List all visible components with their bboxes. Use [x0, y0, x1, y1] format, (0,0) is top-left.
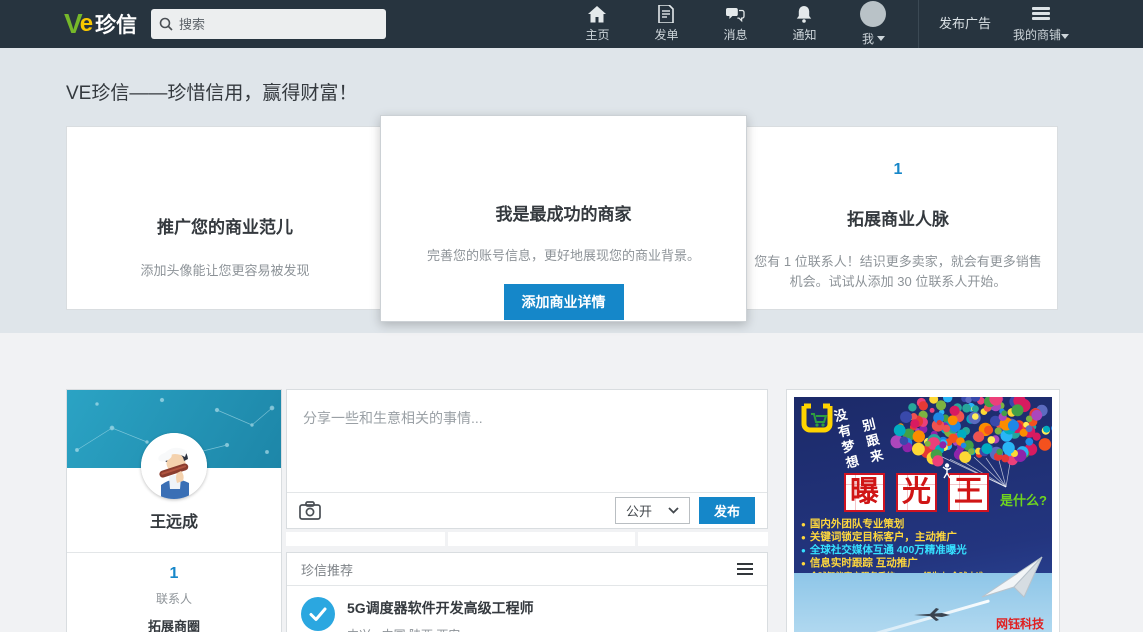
page-title: VE珍信——珍惜信用，赢得财富！ [0, 48, 1143, 105]
card-subtitle: 添加头像能让您更容易被发现 [67, 260, 383, 279]
card-text: 您有 1 位联系人！结识更多卖家，就会有更多销售机会。试试从添加 30 位联系人… [748, 252, 1048, 292]
feed-section: 王远成 1 联系人 拓展商圈 分享一些和生意相关的事情... [0, 333, 1143, 632]
top-navbar: Ve珍信 主页 发单 消息 通知 [0, 0, 1143, 48]
nav-label: 消息 [723, 26, 747, 43]
contacts-label: 联系人 [67, 590, 281, 607]
feed-tab[interactable] [448, 532, 635, 546]
job-meta: 中兴 · 中国,陕西,西安 [347, 626, 534, 632]
job-title: 5G调度器软件开发高级工程师 [347, 598, 534, 618]
search-input[interactable] [179, 17, 378, 32]
hamburger-icon [1032, 5, 1050, 22]
logo-e: e [80, 10, 93, 38]
bullet-dot-icon: ● [801, 518, 806, 531]
recommendations-header: 珍信推荐 [287, 553, 767, 585]
app-logo[interactable]: Ve珍信 [64, 8, 137, 40]
ad-image: 没有梦想 别跟来 曝 光 王 是什么? ●国内外团队专业策划 ●关键词锁定目标客… [794, 397, 1052, 632]
navbar-menu: 主页 发单 消息 通知 我 发布广告 我的商铺 [563, 0, 1077, 48]
verified-check-icon [301, 597, 335, 631]
nav-label: 我的商铺 [1013, 28, 1061, 42]
composer-input[interactable]: 分享一些和生意相关的事情... [287, 390, 767, 494]
publish-ad-link[interactable]: 发布广告 [929, 0, 1005, 48]
ad-column: 没有梦想 别跟来 曝 光 王 是什么? ●国内外团队专业策划 ●关键词锁定目标客… [786, 389, 1060, 632]
ad-slogan-line: 没有梦想 [829, 407, 863, 474]
feed-tab[interactable] [638, 532, 768, 546]
feed-tab[interactable] [286, 532, 445, 546]
profile-column: 王远成 1 联系人 拓展商圈 [66, 389, 282, 632]
add-business-details-button[interactable]: 添加商业详情 [504, 284, 624, 320]
card-title: 拓展商业人脉 [739, 205, 1057, 230]
card-title: 我是最成功的商家 [381, 200, 746, 225]
nav-label: 发单 [654, 26, 678, 43]
card-title: 推广您的商业范儿 [67, 213, 383, 238]
nav-item-notifications[interactable]: 通知 [770, 0, 839, 48]
chat-icon [725, 6, 745, 23]
card-promote-business: 推广您的商业范儿 添加头像能让您更容易被发现 [67, 127, 383, 309]
card-successful-merchant: 我是最成功的商家 完善您的账号信息，更好地展现您的商业背景。 添加商业详情 [380, 115, 747, 322]
profile-card[interactable]: 王远成 1 联系人 拓展商圈 [66, 389, 282, 632]
headline-char: 王 [948, 473, 989, 512]
advertisement[interactable]: 没有梦想 别跟来 曝 光 王 是什么? ●国内外团队专业策划 ●关键词锁定目标客… [786, 389, 1060, 632]
job-info: 5G调度器软件开发高级工程师 中兴 · 中国,陕西,西安 [347, 595, 534, 632]
paper-plane-icon [980, 553, 1050, 605]
navbar-separator [918, 0, 919, 48]
airplane-icon [912, 607, 952, 621]
logo-brand: 珍信 [95, 9, 137, 39]
bell-icon [796, 5, 812, 23]
chevron-down-icon [877, 36, 885, 41]
search-icon [159, 17, 173, 31]
composer-toolbar: 公开 发布 [287, 492, 767, 528]
nav-item-home[interactable]: 主页 [563, 0, 632, 48]
hero-section: VE珍信——珍惜信用，赢得财富！ 推广您的商业范儿 添加头像能让您更容易被发现 … [0, 48, 1143, 333]
recommendations-card: 珍信推荐 5G调度器软件开发高级工程师 中兴 · 中国,陕西,西安 [286, 552, 768, 632]
document-icon [658, 5, 674, 23]
contrail-graphic [794, 599, 990, 632]
avatar-illustration [141, 433, 207, 499]
avatar[interactable] [141, 433, 207, 499]
publish-button[interactable]: 发布 [699, 497, 755, 524]
bullet-dot-icon: ● [801, 544, 806, 557]
chevron-down-icon [668, 507, 679, 514]
ad-bullet: ●关键词锁定目标客户，主动推广 [801, 531, 1048, 544]
nav-item-me[interactable]: 我 [839, 0, 908, 48]
profile-name[interactable]: 王远成 [67, 508, 281, 532]
visibility-select[interactable]: 公开 [615, 497, 690, 524]
camera-icon [299, 501, 321, 520]
visibility-value: 公开 [626, 501, 652, 520]
bullet-dot-icon: ● [801, 557, 806, 570]
add-photo-button[interactable] [299, 501, 321, 520]
job-list-item[interactable]: 5G调度器软件开发高级工程师 中兴 · 中国,陕西,西安 [287, 586, 767, 632]
nav-item-my-shop[interactable]: 我的商铺 [1005, 0, 1077, 48]
nav-item-orders[interactable]: 发单 [632, 0, 701, 48]
profile-stats: 1 联系人 拓展商圈 [67, 553, 281, 632]
post-composer: 分享一些和生意相关的事情... 公开 发布 [286, 389, 768, 529]
nav-label: 主页 [585, 26, 609, 43]
advertiser-name: 网钰科技 [996, 615, 1044, 632]
menu-icon[interactable] [737, 560, 753, 578]
advertiser-logo-icon [800, 402, 834, 436]
feed-tabs-strip [286, 532, 768, 546]
headline-char: 光 [896, 473, 937, 512]
recommendations-title: 珍信推荐 [301, 560, 353, 579]
page: Ve珍信 主页 发单 消息 通知 [0, 0, 1143, 632]
nav-item-messages[interactable]: 消息 [701, 0, 770, 48]
contacts-count: 1 [739, 161, 1057, 179]
me-avatar [860, 1, 886, 27]
contacts-count[interactable]: 1 [67, 565, 281, 583]
nav-label: 我 [862, 30, 874, 47]
card-subtitle: 完善您的账号信息，更好地展现您的商业背景。 [381, 245, 746, 264]
headline-suffix: 是什么? [1000, 490, 1047, 512]
home-icon [588, 6, 606, 23]
ad-bullet: ●国内外团队专业策划 [801, 518, 1048, 531]
chevron-down-icon [1061, 34, 1069, 39]
nav-label: 通知 [792, 26, 816, 43]
search-box[interactable] [151, 9, 386, 39]
expand-circle-link[interactable]: 拓展商圈 [67, 616, 281, 632]
ad-sky-graphic: 网钰科技 [794, 573, 1052, 632]
headline-char: 曝 [844, 473, 885, 512]
hanging-person-icon [942, 463, 952, 479]
bullet-dot-icon: ● [801, 531, 806, 544]
onboarding-cards: 推广您的商业范儿 添加头像能让您更容易被发现 1 拓展商业人脉 您有 1 位联系… [66, 115, 1058, 322]
main-column: 分享一些和生意相关的事情... 公开 发布 [286, 389, 768, 632]
card-expand-network: 1 拓展商业人脉 您有 1 位联系人！结识更多卖家，就会有更多销售机会。试试从添… [739, 127, 1057, 309]
